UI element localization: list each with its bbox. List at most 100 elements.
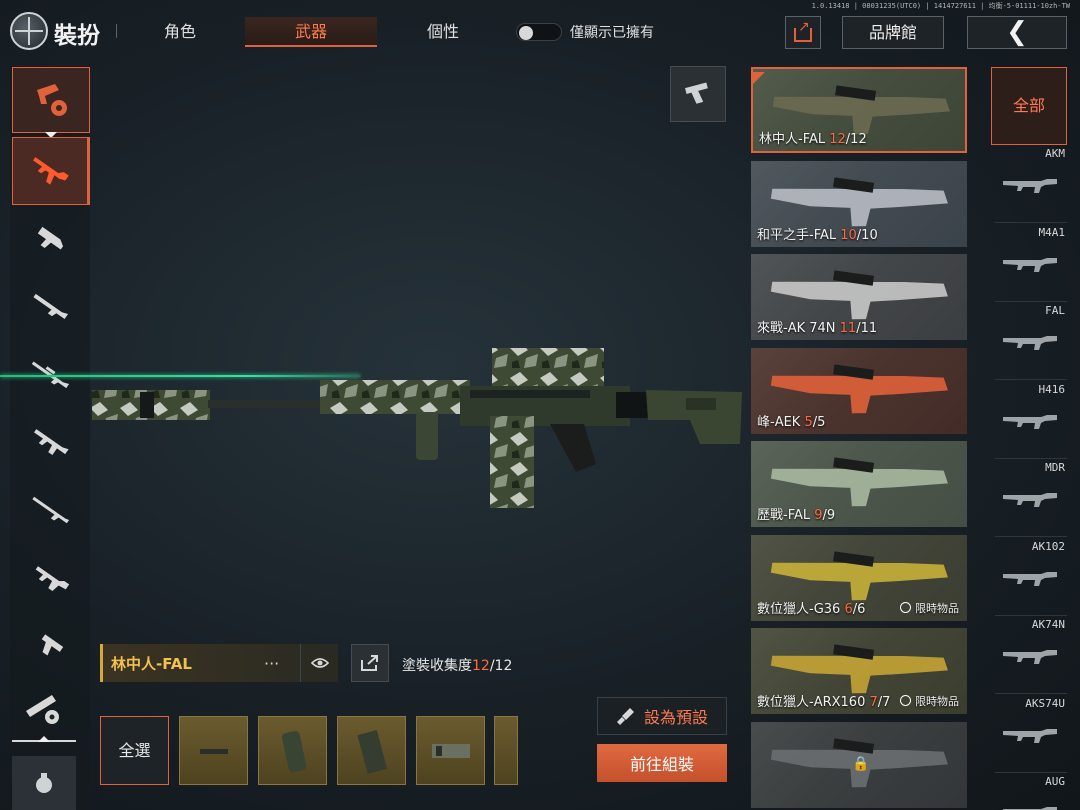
magazine-part-icon	[356, 729, 387, 774]
skin-card-locked[interactable]: 🔒	[751, 721, 967, 808]
selected-corner-icon	[753, 69, 765, 88]
export-button[interactable]: ↗	[785, 16, 821, 49]
part-slot-grip[interactable]	[258, 716, 327, 785]
share-skin-button[interactable]	[351, 644, 389, 682]
weapon-filter-item[interactable]: M4A1	[995, 224, 1067, 302]
skin-name-label: 來戰-AK 74N 11/11	[757, 317, 877, 336]
brush-icon	[616, 708, 634, 725]
skin-card[interactable]: 數位獵人-ARX160 7/7 限時物品	[751, 628, 967, 714]
category-pistol[interactable]	[12, 613, 90, 681]
part-slot-scope[interactable]	[416, 716, 485, 785]
skin-name-label: 數位獵人-ARX160 7/7	[757, 691, 890, 710]
tab-personality[interactable]: 個性	[377, 17, 509, 47]
weapon-silhouette-icon	[1003, 807, 1057, 810]
limited-badge: 限時物品	[900, 693, 959, 709]
set-default-label: 設為預設	[643, 708, 708, 727]
limited-badge: 限時物品	[900, 600, 959, 616]
tab-character[interactable]: 角色	[114, 17, 246, 47]
skin-owned-count: 11	[839, 321, 857, 336]
collection-progress: 塗裝收集度12/12	[402, 655, 512, 675]
part-slot-more[interactable]	[494, 716, 518, 785]
more-options-button[interactable]: ···	[264, 654, 300, 673]
carbine-icon	[35, 566, 70, 591]
skin-category-tab[interactable]	[12, 67, 90, 133]
weapon-filter-name: H416	[1038, 382, 1066, 396]
weapon-filter-item[interactable]: AK74N	[995, 616, 1067, 694]
scope-part-icon	[431, 743, 470, 758]
page-title: 裝扮	[54, 23, 100, 49]
skin-owned-count: 10	[840, 227, 857, 243]
category-smg[interactable]	[12, 205, 90, 273]
version-info: 1.0.13418 | 08031235(UTC0) | 1414727611 …	[811, 2, 1070, 10]
weapon-filter-name: AK74N	[1031, 618, 1065, 631]
muzzle-part-icon	[199, 748, 228, 754]
category-lmg[interactable]	[12, 409, 90, 477]
owned-only-label: 僅顯示已擁有	[570, 25, 654, 41]
select-all-button[interactable]: 全選	[100, 716, 169, 785]
limited-label: 限時物品	[915, 695, 959, 708]
lmg-icon	[34, 429, 69, 455]
skin-owned-count: 7	[869, 695, 878, 710]
weapon-filter-name: FAL	[1045, 304, 1065, 317]
skin-name: 峰-AEK	[757, 414, 805, 430]
owned-only-toggle[interactable]	[516, 23, 562, 41]
skin-card[interactable]: 林中人-FAL 12/12	[751, 67, 967, 153]
skin-owned-count: 12	[829, 132, 846, 147]
weapon-silhouette-icon	[1003, 571, 1057, 586]
shotgun-icon	[33, 293, 69, 319]
category-assault-rifle[interactable]	[12, 137, 90, 205]
weapon-silhouette-icon	[1003, 493, 1057, 507]
skin-card[interactable]: 和平之手-FAL 10/10	[751, 160, 967, 247]
skin-total-count: /9	[822, 508, 836, 523]
weapon-filter-item[interactable]: MDR	[995, 459, 1067, 537]
skin-card[interactable]: 歷戰-FAL 9/9	[751, 441, 967, 527]
skin-total-count: /7	[877, 695, 891, 710]
category-more[interactable]	[12, 756, 76, 810]
skin-name-label: 和平之手-FAL 10/10	[757, 224, 878, 243]
skin-total-count: /10	[856, 227, 878, 243]
skin-name-label: 數位獵人-G36 6/6	[757, 598, 865, 617]
weapon-preview-fal[interactable]	[90, 340, 750, 515]
share-arrow-icon: ↗	[798, 19, 810, 35]
skin-name: 數位獵人-G36	[757, 601, 845, 617]
weapon-silhouette-icon	[1003, 257, 1057, 272]
skin-name: 歷戰-FAL	[757, 508, 815, 523]
skin-owned-count: 5	[804, 414, 813, 430]
weapon-silhouette-icon	[1003, 336, 1057, 350]
category-carbine[interactable]	[12, 545, 90, 613]
weapon-filter-item[interactable]: AKM	[995, 145, 1067, 223]
tab-weapon[interactable]: 武器	[245, 17, 377, 47]
weapon-silhouette-icon	[1003, 728, 1057, 743]
back-button[interactable]: ❮	[967, 16, 1067, 49]
collection-total: /12	[489, 658, 513, 674]
skin-name: 和平之手-FAL	[757, 227, 841, 243]
weapon-filter-item[interactable]: FAL	[995, 302, 1067, 380]
collection-label: 塗裝收集度	[402, 658, 472, 674]
accessory-category-tab[interactable]	[12, 678, 76, 742]
limited-label: 限時物品	[915, 601, 959, 615]
preview-eye-button[interactable]	[300, 644, 338, 682]
weapon-filter-item[interactable]: AUG	[995, 773, 1067, 810]
part-slot-magazine[interactable]	[337, 716, 406, 785]
weapon-filter-item[interactable]: AK102	[995, 538, 1067, 616]
share-icon	[361, 655, 378, 671]
skin-total-count: /11	[856, 321, 878, 336]
brand-hall-button[interactable]: 品牌館	[842, 16, 944, 49]
inspect-view-button[interactable]	[670, 66, 726, 122]
skin-card[interactable]: 數位獵人-G36 6/6 限時物品	[751, 534, 967, 621]
skin-card[interactable]: 峰-AEK 5/5	[751, 347, 967, 434]
eye-icon	[310, 658, 329, 668]
chevron-left-icon: ❮	[1006, 17, 1028, 47]
category-marksman[interactable]	[12, 477, 90, 545]
set-default-button[interactable]: 設為預設	[597, 697, 727, 735]
skin-owned-count: 6	[844, 601, 853, 617]
part-slot-muzzle[interactable]	[179, 716, 248, 785]
skin-card[interactable]: 來戰-AK 74N 11/11	[751, 254, 967, 340]
collection-owned: 12	[472, 658, 490, 674]
weapon-filter-item[interactable]: H416	[995, 381, 1067, 459]
filter-all-button[interactable]: 全部	[991, 67, 1067, 145]
weapon-filter-item[interactable]: AKS74U	[995, 695, 1067, 773]
category-shotgun[interactable]	[12, 273, 90, 341]
go-assemble-button[interactable]: 前往組裝	[597, 744, 727, 782]
weapon-filter-name: AKM	[1045, 147, 1065, 160]
